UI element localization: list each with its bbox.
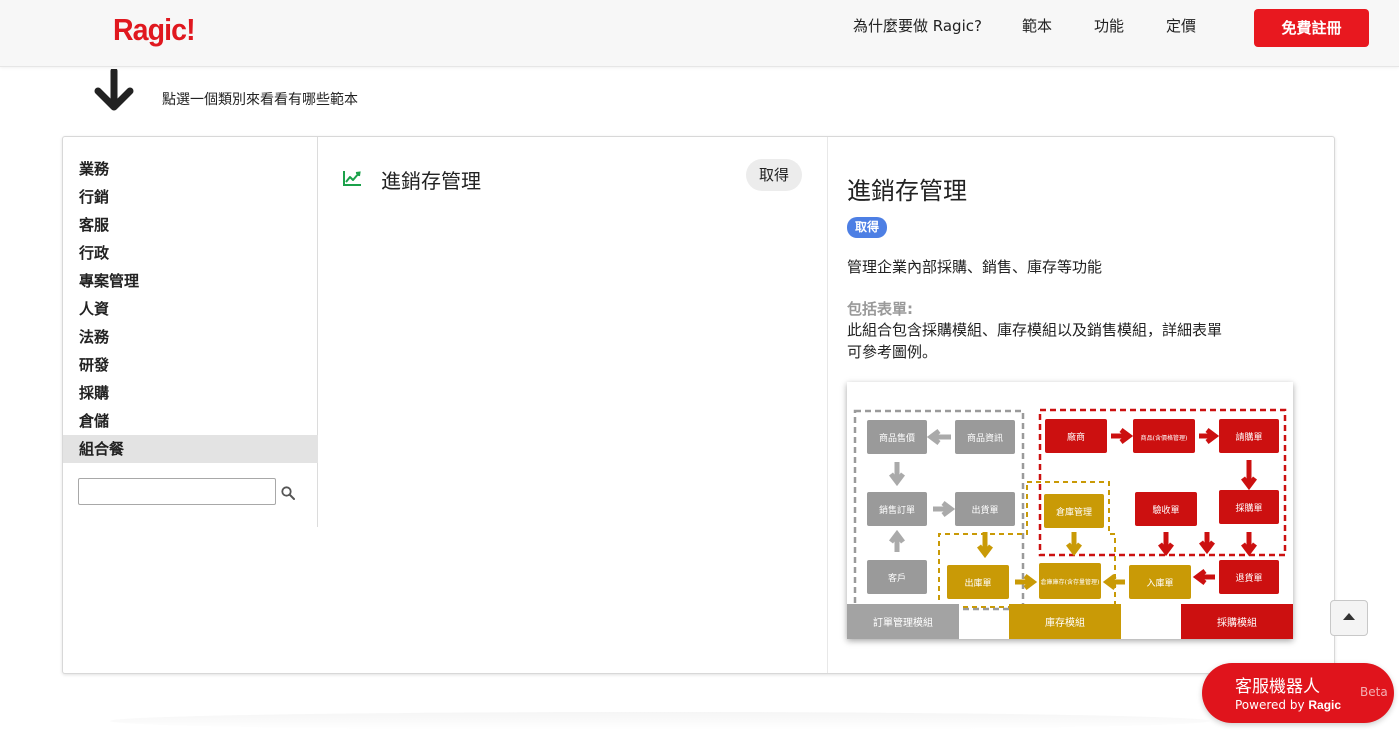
diagram-box-vendor: 廠商 — [1067, 431, 1085, 443]
nav-templates[interactable]: 範本 — [1022, 15, 1052, 36]
ragic-logo[interactable]: Ragic! — [113, 12, 196, 48]
nav-why-ragic[interactable]: 為什麼要做 Ragic? — [853, 15, 982, 36]
includes-text-line2: 可參考圖例。 — [847, 343, 938, 361]
scroll-to-top-button[interactable] — [1330, 600, 1368, 636]
diagram-box-outbound: 出庫單 — [964, 577, 991, 589]
nav-pricing[interactable]: 定價 — [1166, 15, 1196, 36]
diagram-box-requisition: 請購單 — [1235, 431, 1262, 443]
includes-label: 包括表單: — [847, 300, 913, 318]
detail-title: 進銷存管理 — [847, 177, 967, 205]
diagram-box-shipping: 出貨單 — [971, 504, 998, 516]
diagram-box-product-info: 商品資訊 — [967, 432, 1003, 444]
diagram-box-sales-order: 銷售訂單 — [879, 504, 915, 516]
chatbot-beta-label: Beta — [1360, 685, 1388, 699]
detail-description: 管理企業內部採購、銷售、庫存等功能 — [847, 258, 1103, 276]
diagram-footer-inventory-module: 庫存模組 — [1045, 616, 1085, 629]
powered-by-brand: Ragic — [1308, 698, 1342, 712]
module-diagram-image: 商品售價 商品資訊 銷售訂單 出貨單 客戶 出庫單 倉庫管理 倉庫庫存(含存量管… — [847, 382, 1293, 639]
chatbot-powered-by: Powered by Ragic — [1235, 698, 1341, 712]
template-detail: 進銷存管理 取得 管理企業內部採購、銷售、庫存等功能 包括表單: 此組合包含採購… — [62, 136, 1335, 674]
diagram-footer-order-module: 訂單管理模組 — [873, 616, 933, 629]
nav-features[interactable]: 功能 — [1094, 15, 1124, 36]
diagram-box-customer: 客戶 — [888, 572, 906, 584]
includes-text: 此組合包含採購模組、庫存模組以及銷售模組，詳細表單 可參考圖例。 — [847, 319, 1267, 363]
chatbot-title: 客服機器人 — [1235, 677, 1320, 697]
hint-text: 點選一個類別來看看有哪些範本 — [162, 92, 358, 108]
diagram-box-product-price: 商品售價 — [879, 432, 915, 444]
get-badge-button[interactable]: 取得 — [847, 217, 887, 238]
module-diagram: 商品售價 商品資訊 銷售訂單 出貨單 客戶 出庫單 倉庫管理 倉庫庫存(含存量管… — [847, 408, 1293, 639]
diagram-box-warehouse: 倉庫管理 — [1056, 506, 1092, 518]
arrow-down-icon — [94, 69, 134, 111]
diagram-box-inbound: 入庫單 — [1146, 577, 1173, 589]
signup-button[interactable]: 免費註冊 — [1254, 9, 1369, 47]
diagram-footer-purchase-module: 採購模組 — [1217, 616, 1257, 629]
diagram-box-acceptance: 驗收單 — [1152, 504, 1179, 516]
diagram-box-purchase-order: 採購單 — [1235, 502, 1262, 514]
diagram-box-product-pricing: 商品(含價格管理) — [1141, 434, 1188, 442]
footer-shadow — [110, 712, 1210, 730]
diagram-box-return: 退貨單 — [1235, 572, 1262, 584]
powered-by-text: Powered by — [1235, 698, 1305, 712]
top-navigation-bar: Ragic! 為什麼要做 Ragic? 範本 功能 定價 免費註冊 — [0, 0, 1399, 67]
includes-text-line1: 此組合包含採購模組、庫存模組以及銷售模組，詳細表單 — [847, 321, 1223, 339]
diagram-box-inventory: 倉庫庫存(含存量管理) — [1041, 578, 1100, 586]
